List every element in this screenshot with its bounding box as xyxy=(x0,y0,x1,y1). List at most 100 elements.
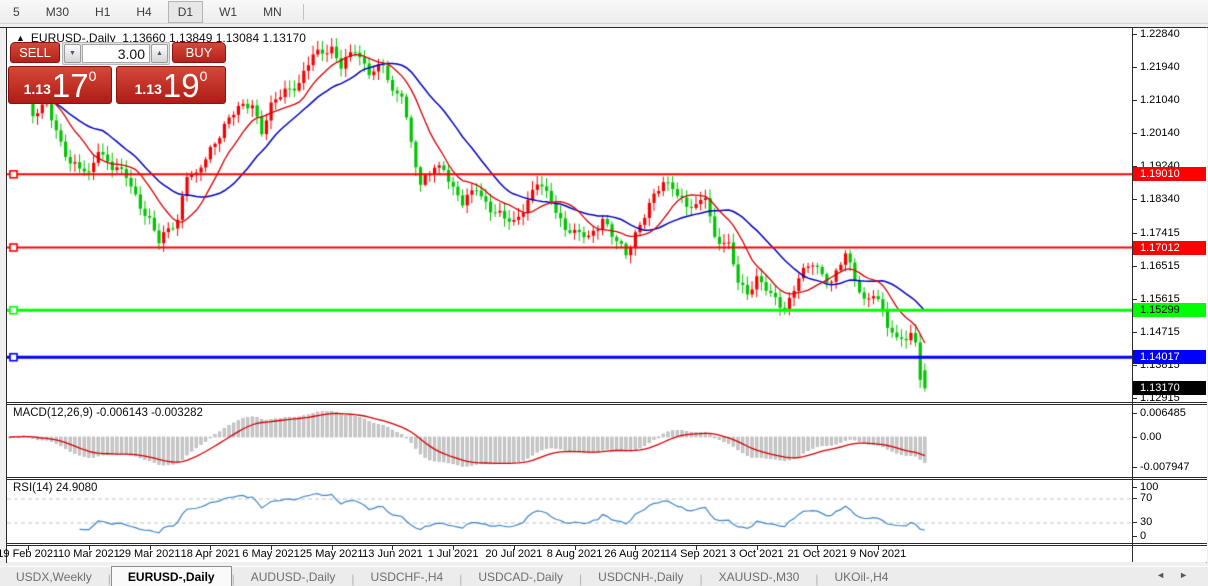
price-axis-tick: 1.17415 xyxy=(1140,226,1206,240)
rsi-axis-tick: 0 xyxy=(1140,529,1206,543)
date-axis-tick xyxy=(453,546,454,550)
date-axis-tick xyxy=(575,546,576,550)
axis-tick-mark xyxy=(1133,487,1137,488)
volume-decrease-button[interactable]: ▼ xyxy=(64,44,81,63)
axis-tick-mark xyxy=(1133,233,1137,234)
buy-price-point: 0 xyxy=(200,69,208,83)
date-axis-tick xyxy=(817,546,818,550)
price-axis-tick: 1.21040 xyxy=(1140,93,1206,107)
tab-scroll-left-icon[interactable]: ◄ xyxy=(1156,570,1179,580)
chart-tab-bar: USDX,Weekly|EURUSD-,Daily|AUDUSD-,Daily|… xyxy=(0,566,1208,586)
chart-tab-xauusd-m30[interactable]: XAUUSD-,M30 xyxy=(703,568,816,586)
timeframe-button-5[interactable]: 5 xyxy=(3,1,30,23)
panel-divider[interactable] xyxy=(7,402,1207,405)
buy-price-prefix: 1.13 xyxy=(135,76,162,102)
date-axis-tick xyxy=(635,546,636,550)
axis-tick-mark xyxy=(1133,34,1137,35)
axis-tick-mark xyxy=(1133,100,1137,101)
axis-tick-mark xyxy=(1133,498,1137,499)
timeframe-button-w1[interactable]: W1 xyxy=(209,1,247,23)
chart-tab-usdcnh-daily[interactable]: USDCNH-,Daily xyxy=(582,568,699,586)
hline-price-label: 1.15299 xyxy=(1133,303,1206,317)
date-axis-tick xyxy=(210,546,211,550)
timeframe-button-mn[interactable]: MN xyxy=(253,1,292,23)
axis-tick-mark xyxy=(1133,398,1137,399)
panel-divider xyxy=(7,543,1207,546)
date-axis-tick xyxy=(28,546,29,550)
mt4-window: 5M30H1H4D1W1MN ▲EURUSD-,Daily 1.13660 1.… xyxy=(0,0,1208,586)
price-axis-tick: 1.21940 xyxy=(1140,60,1206,74)
axis-tick-mark xyxy=(1133,365,1137,366)
hline-price-label: 1.14017 xyxy=(1133,350,1206,364)
axis-tick-mark xyxy=(1133,299,1137,300)
toolbar-separator xyxy=(303,4,304,20)
close-value: 1.13170 xyxy=(262,31,305,45)
date-axis-tick xyxy=(757,546,758,550)
tab-scroll-arrows: ◄► xyxy=(1156,570,1202,580)
timeframe-toolbar: 5 M30 H1 H4 D1 W1 MN xyxy=(0,0,1208,24)
volume-input[interactable]: 3.00 xyxy=(82,44,150,63)
buy-button[interactable]: BUY xyxy=(172,42,226,63)
chart-tab-audusd-daily[interactable]: AUDUSD-,Daily xyxy=(235,568,352,586)
chart-tab-usdchf-h4[interactable]: USDCHF-,H4 xyxy=(355,568,460,586)
rsi-value: 24.9080 xyxy=(56,482,98,494)
buy-price-pips: 19 xyxy=(163,69,200,102)
chart-tab-ukoil-h4[interactable]: UKOil-,H4 xyxy=(818,568,904,586)
date-axis-tick xyxy=(89,546,90,550)
chart-tab-usdx-weekly[interactable]: USDX,Weekly xyxy=(0,568,108,586)
rsi-indicator-canvas[interactable] xyxy=(7,480,1132,543)
volume-increase-button[interactable]: ▲ xyxy=(151,44,168,63)
date-axis-tick xyxy=(878,546,879,550)
sell-price-pips: 17 xyxy=(52,69,89,102)
date-axis-label: 19 Feb 2021 xyxy=(0,548,59,560)
axis-tick-mark xyxy=(1133,522,1137,523)
macd-axis-tick: 0.00 xyxy=(1140,430,1206,444)
hline-price-label: 1.19010 xyxy=(1133,167,1206,181)
price-axis-tick: 1.16515 xyxy=(1140,259,1206,273)
macd-axis-tick: 0.006485 xyxy=(1140,406,1206,420)
chart-tab-eurusd-daily[interactable]: EURUSD-,Daily xyxy=(111,566,232,586)
sell-price-button[interactable]: 1.13 17 0 xyxy=(8,66,112,104)
sell-price-point: 0 xyxy=(89,69,97,83)
timeframe-button-m30[interactable]: M30 xyxy=(36,1,79,23)
rsi-axis-tick: 30 xyxy=(1140,515,1206,529)
macd-axis-tick: -0.007947 xyxy=(1140,460,1206,474)
axis-tick-mark xyxy=(1133,332,1137,333)
sell-price-prefix: 1.13 xyxy=(24,76,51,102)
timeframe-button-h4[interactable]: H4 xyxy=(126,1,161,23)
axis-tick-mark xyxy=(1133,536,1137,537)
price-axis-separator xyxy=(1132,28,1133,562)
axis-tick-mark xyxy=(1133,467,1137,468)
timeframe-button-d1[interactable]: D1 xyxy=(168,1,203,23)
axis-tick-mark xyxy=(1133,437,1137,438)
date-axis-tick xyxy=(514,546,515,550)
date-axis-tick xyxy=(696,546,697,550)
tab-scroll-right-icon[interactable]: ► xyxy=(1179,570,1202,580)
price-axis-tick: 1.14715 xyxy=(1140,325,1206,339)
macd-values: -0.006143 -0.003282 xyxy=(96,407,203,419)
date-axis-tick xyxy=(392,546,393,550)
volume-control: ▼ 3.00 ▲ xyxy=(62,42,170,65)
buy-price-button[interactable]: 1.13 19 0 xyxy=(116,66,226,104)
rsi-title: RSI(14) 24.9080 xyxy=(13,482,97,494)
rsi-axis-tick: 70 xyxy=(1140,491,1206,505)
chart-tab-usdcad-daily[interactable]: USDCAD-,Daily xyxy=(462,568,579,586)
timeframe-button-h1[interactable]: H1 xyxy=(85,1,120,23)
axis-tick-mark xyxy=(1133,199,1137,200)
axis-tick-mark xyxy=(1133,133,1137,134)
price-axis-tick: 1.20140 xyxy=(1140,126,1206,140)
axis-tick-mark xyxy=(1133,67,1137,68)
axis-tick-mark xyxy=(1133,266,1137,267)
price-axis-tick: 1.18340 xyxy=(1140,192,1206,206)
axis-tick-mark xyxy=(1133,413,1137,414)
date-axis-tick xyxy=(150,546,151,550)
hline-price-label: 1.17012 xyxy=(1133,241,1206,255)
date-axis-tick xyxy=(332,546,333,550)
date-axis-tick xyxy=(271,546,272,550)
sell-button[interactable]: SELL xyxy=(10,42,60,63)
panel-divider[interactable] xyxy=(7,477,1207,480)
current-price-label: 1.13170 xyxy=(1133,381,1206,395)
price-axis-tick: 1.22840 xyxy=(1140,27,1206,41)
one-click-trading-widget: SELL ▼ 3.00 ▲ BUY 1.13 17 0 1.13 19 0 xyxy=(8,42,226,104)
macd-title: MACD(12,26,9) -0.006143 -0.003282 xyxy=(13,407,203,419)
